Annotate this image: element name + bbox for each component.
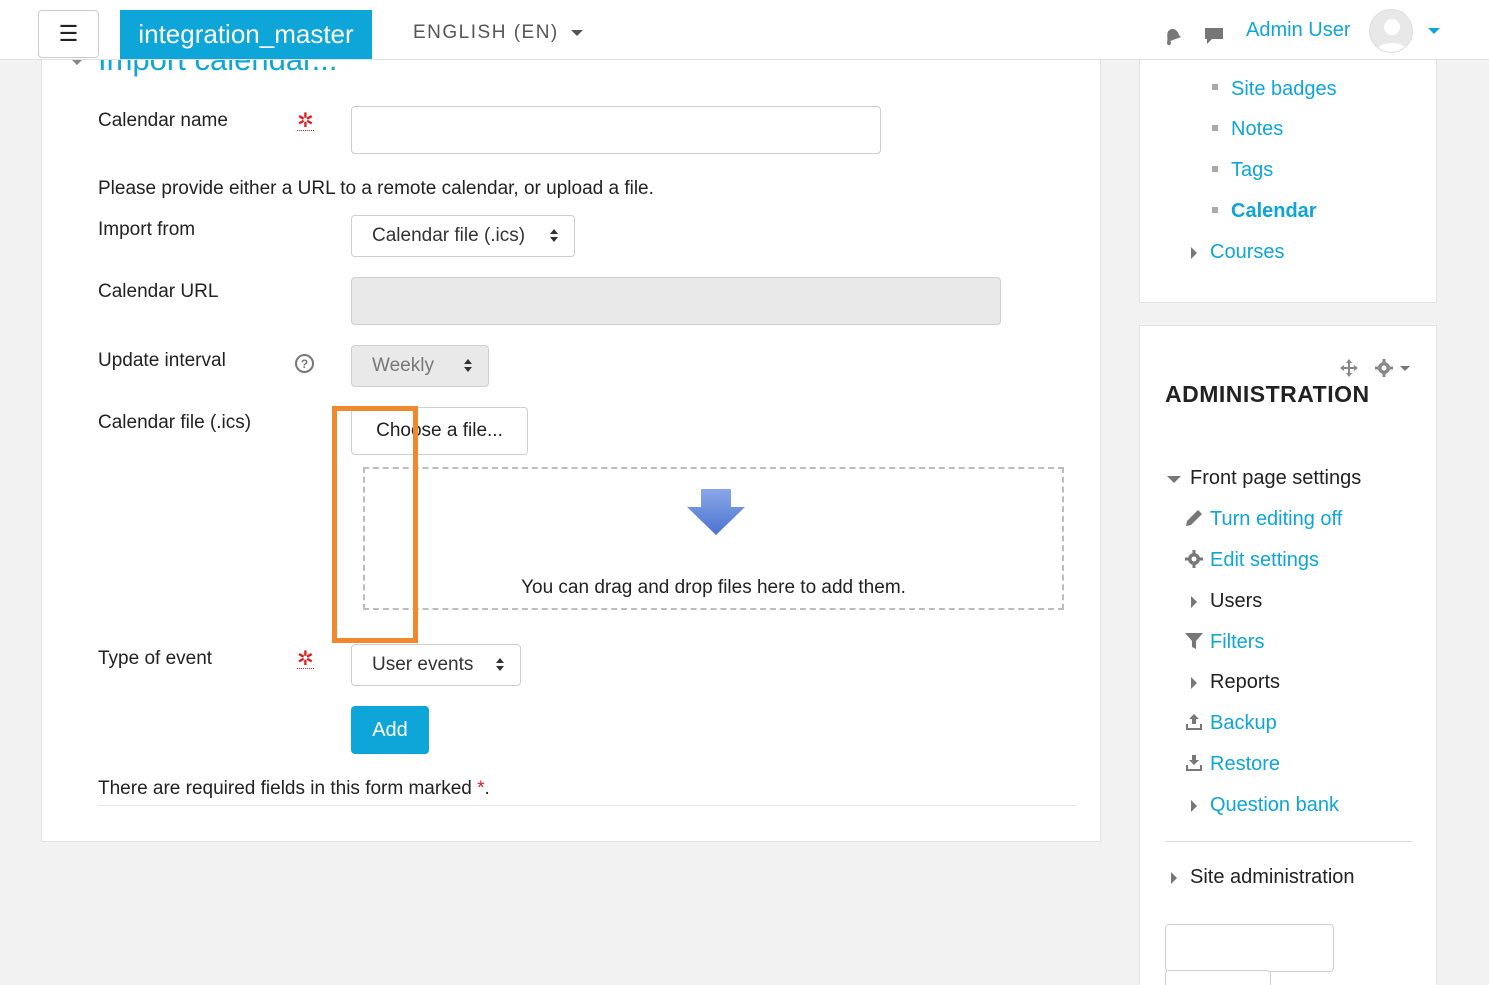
filters-link[interactable]: Filters [1210,631,1264,654]
help-icon[interactable]: ? [295,354,314,373]
chevron-down-icon [570,30,583,36]
bullet [1212,166,1218,172]
import-from-label: Import from [98,219,196,240]
import-from-select[interactable]: Calendar file (.ics) [351,215,575,257]
calendar-url-input[interactable] [351,277,1001,325]
select-arrows-icon [496,658,504,672]
admin-search-input[interactable] [1165,924,1334,972]
nav-item-notes[interactable]: Notes [1231,118,1283,141]
bullet [1212,125,1218,131]
move-icon[interactable] [1339,358,1359,378]
gear-icon [1185,550,1203,568]
site-brand[interactable]: integration_master [120,10,372,59]
pencil-icon [1186,510,1202,526]
filter-icon [1185,633,1203,649]
type-of-event-label: Type of event [98,648,213,669]
chat-icon[interactable] [1203,24,1225,46]
divider [1165,841,1412,842]
hamburger-icon: ☰ [58,21,79,46]
chevron-down-icon[interactable] [1400,366,1410,371]
calendar-url-label: Calendar URL [98,281,219,302]
required-star: * [477,778,485,799]
restore-link[interactable]: Restore [1210,753,1280,776]
type-of-event-value: User events [372,654,474,675]
select-arrows-icon [464,359,472,373]
divider [98,805,1076,806]
bullet [1212,84,1218,90]
drop-instructions: You can drag and drop files here to add … [521,577,906,598]
import-calendar-card [41,50,1101,842]
required-note-text: There are required fields in this form m… [98,778,472,799]
calendar-file-label: Calendar file (.ics) [98,412,252,433]
turn-editing-off-link[interactable]: Turn editing off [1210,508,1342,531]
gear-icon[interactable] [1374,358,1394,378]
edit-settings-link[interactable]: Edit settings [1210,549,1319,572]
bell-icon[interactable] [1161,24,1183,46]
instructions-text: Please provide either a URL to a remote … [98,178,654,199]
calendar-name-input[interactable] [351,106,881,154]
required-icon: ✲ [297,648,314,670]
nav-item-calendar[interactable]: Calendar [1231,200,1317,223]
reports-item[interactable]: Reports [1210,671,1280,694]
update-interval-value: Weekly [372,355,434,376]
chevron-down-icon[interactable] [1167,476,1181,483]
front-page-settings[interactable]: Front page settings [1190,467,1361,490]
users-item[interactable]: Users [1210,590,1262,613]
add-button[interactable]: Add [351,706,429,754]
user-silhouette-icon [1376,19,1408,52]
required-icon: ✲ [297,110,314,132]
nav-item-tags[interactable]: Tags [1231,159,1273,182]
update-interval-label: Update interval [98,350,226,371]
update-interval-select[interactable]: Weekly [351,345,489,387]
chevron-right-icon[interactable] [1191,800,1197,812]
required-fields-note: There are required fields in this form m… [98,778,490,800]
select-arrows-icon [550,229,558,243]
chevron-right-icon[interactable] [1191,677,1197,689]
admin-search-button[interactable] [1165,970,1271,985]
user-menu-chevron-icon[interactable] [1428,28,1440,34]
menu-toggle-button[interactable]: ☰ [38,10,99,58]
download-icon [1186,755,1202,771]
chevron-right-icon[interactable] [1191,247,1197,259]
type-of-event-select[interactable]: User events [351,644,521,686]
chevron-right-icon[interactable] [1171,872,1177,884]
required-note-period: . [484,778,490,799]
download-arrow-icon [687,489,745,535]
language-label: ENGLISH (EN) [413,22,559,43]
block-title: ADMINISTRATION [1165,381,1370,407]
highlight-annotation [332,406,418,643]
backup-link[interactable]: Backup [1210,712,1277,735]
language-menu[interactable]: ENGLISH (EN) [413,22,583,44]
calendar-name-label: Calendar name [98,110,228,131]
file-dropzone[interactable]: You can drag and drop files here to add … [363,467,1064,610]
site-administration-item[interactable]: Site administration [1190,866,1355,889]
chevron-right-icon[interactable] [1191,596,1197,608]
nav-item-courses[interactable]: Courses [1210,241,1284,264]
bullet [1212,207,1218,213]
top-navbar: ☰ integration_master ENGLISH (EN) Admin … [0,0,1489,60]
user-name[interactable]: Admin User [1246,19,1350,42]
import-from-value: Calendar file (.ics) [372,225,526,246]
nav-item-site-badges[interactable]: Site badges [1231,78,1337,101]
question-bank-link[interactable]: Question bank [1210,794,1339,817]
upload-icon [1186,714,1202,730]
avatar[interactable] [1369,9,1413,53]
